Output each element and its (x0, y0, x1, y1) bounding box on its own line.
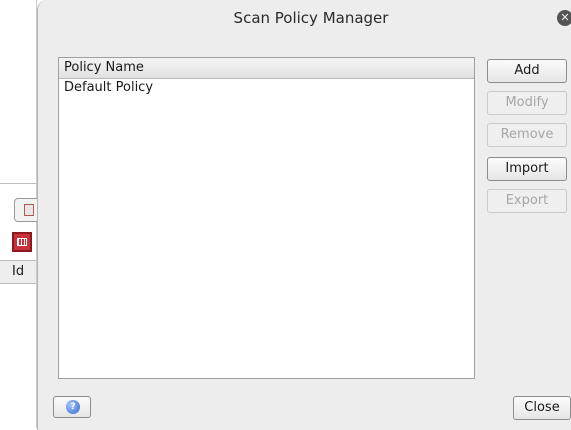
column-header-id[interactable]: Id (12, 264, 24, 279)
background-separator (0, 183, 36, 184)
remove-button[interactable]: Remove (487, 123, 567, 147)
grid-icon-inner (17, 238, 27, 246)
column-header-policy-name[interactable]: Policy Name (59, 58, 474, 79)
scan-policy-manager-dialog: Scan Policy Manager ✕ Policy Name Defaul… (37, 0, 571, 430)
close-icon[interactable]: ✕ (557, 10, 571, 26)
help-icon: ? (66, 400, 80, 414)
dialog-title: Scan Policy Manager (233, 9, 389, 27)
help-button[interactable]: ? (53, 396, 91, 418)
modify-button[interactable]: Modify (487, 91, 567, 115)
calendar-icon (24, 204, 34, 216)
background-table-header: Id (0, 260, 36, 284)
list-item[interactable]: Default Policy (59, 79, 474, 97)
background-tab[interactable] (14, 198, 38, 222)
close-button[interactable]: Close (513, 396, 571, 420)
export-button[interactable]: Export (487, 189, 567, 213)
policy-list[interactable]: Policy Name Default Policy (58, 57, 475, 379)
grid-icon[interactable] (12, 232, 32, 252)
add-button[interactable]: Add (487, 59, 567, 83)
dialog-titlebar: Scan Policy Manager ✕ (38, 0, 571, 38)
import-button[interactable]: Import (487, 157, 567, 181)
